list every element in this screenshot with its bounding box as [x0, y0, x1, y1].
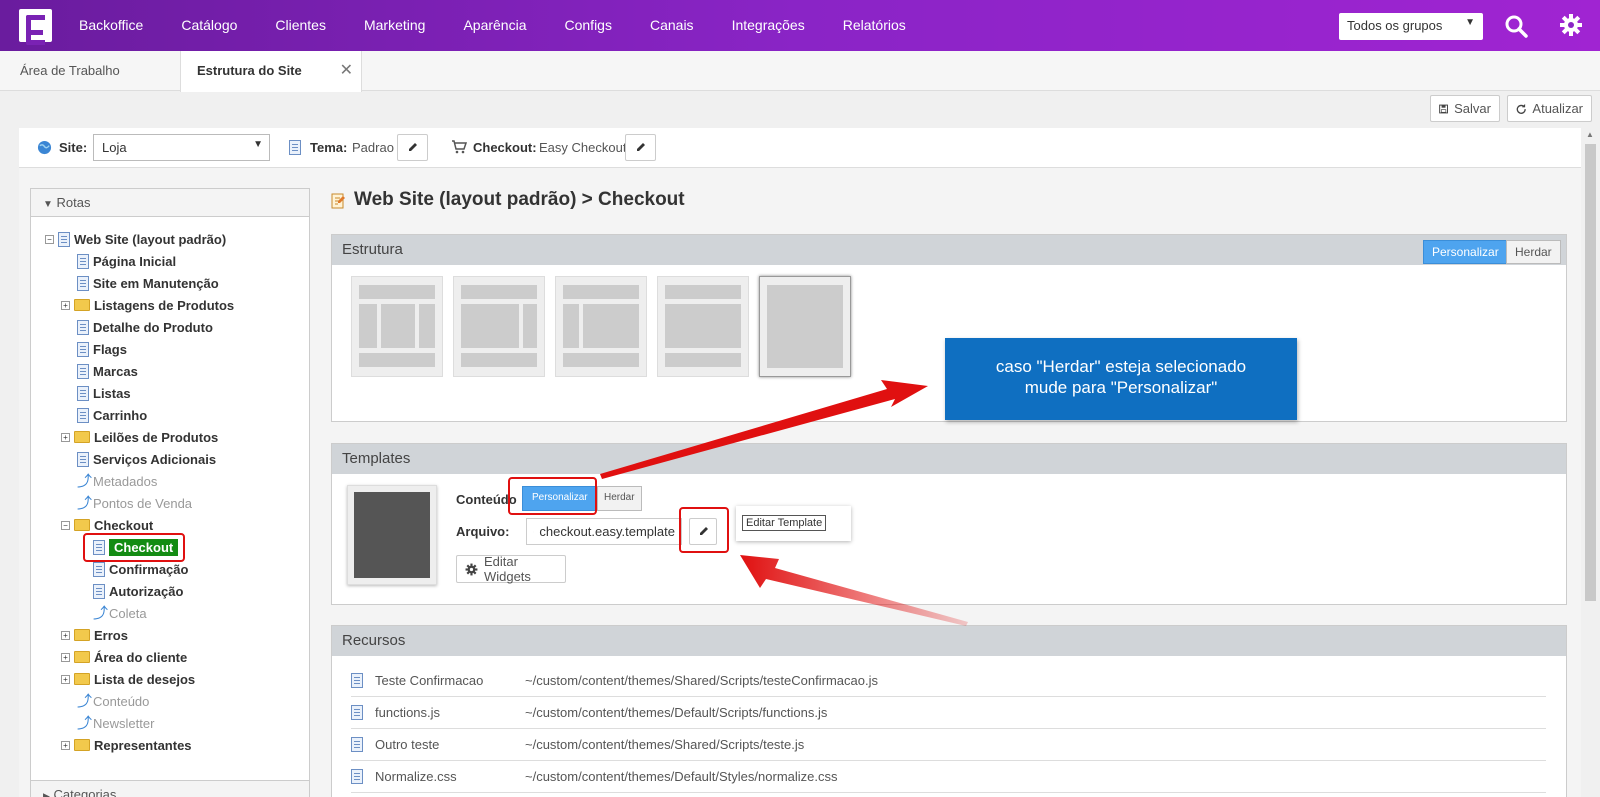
arrow-to-edit-button [740, 555, 968, 626]
scrollbar[interactable]: ▲ [1581, 128, 1600, 797]
scroll-up-icon[interactable]: ▲ [1586, 130, 1594, 139]
scrollbar-thumb[interactable] [1585, 144, 1596, 601]
annotation-arrows [600, 380, 968, 626]
arrow-to-callout [600, 380, 928, 479]
